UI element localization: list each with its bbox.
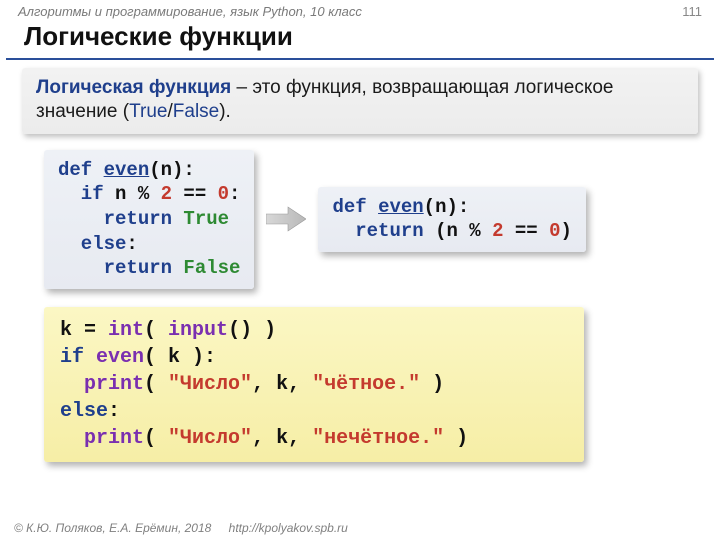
fn-even: even: [96, 346, 144, 369]
code-text: (n):: [424, 196, 470, 218]
num-literal: 0: [549, 220, 560, 242]
code-text: (: [144, 319, 168, 342]
definition-body2: ).: [219, 101, 231, 122]
footer-url: http://kpolyakov.spb.ru: [229, 521, 348, 535]
code-text: ): [420, 373, 444, 396]
definition-dash: –: [231, 77, 252, 98]
kw-if: if: [58, 183, 104, 205]
kw-return: return: [332, 220, 435, 242]
code-text: :: [229, 183, 240, 205]
copyright: © К.Ю. Поляков, Е.А. Ерёмин, 2018: [14, 521, 211, 535]
fn-int: int: [108, 319, 144, 342]
code-text: [60, 373, 84, 396]
code-text: n %: [104, 183, 161, 205]
code-row: def even(n): if n % 2 == 0: return True …: [0, 146, 720, 293]
str-literal: "Число": [168, 373, 252, 396]
code-text: (: [144, 373, 168, 396]
code-text: ): [444, 427, 468, 450]
code-text: ==: [172, 183, 218, 205]
str-literal: "чётное.": [312, 373, 420, 396]
slide-title: Логические функции: [6, 21, 714, 60]
page-number: 111: [682, 4, 702, 19]
arrow-icon: [266, 205, 306, 233]
code-text: :: [126, 233, 137, 255]
code-text: (n):: [149, 159, 195, 181]
code-box-left: def even(n): if n % 2 == 0: return True …: [44, 150, 254, 289]
code-text: ( k ):: [144, 346, 216, 369]
str-literal: "Число": [168, 427, 252, 450]
definition-box: Логическая функция – это функция, возвра…: [22, 68, 698, 134]
kw-def: def: [58, 159, 104, 181]
code-text: [84, 346, 96, 369]
kw-else: else: [58, 233, 126, 255]
fn-print: print: [84, 427, 144, 450]
kw-return: return: [58, 257, 183, 279]
false-literal: False: [183, 257, 240, 279]
fn-input: input: [168, 319, 228, 342]
num-literal: 2: [161, 183, 172, 205]
code-text: , k,: [252, 373, 312, 396]
fn-print: print: [84, 373, 144, 396]
code-text: (n %: [435, 220, 492, 242]
kw-def: def: [332, 196, 378, 218]
definition-term: Логическая функция: [36, 77, 231, 98]
false-literal: False: [173, 101, 219, 122]
code-box-usage: k = int( input() ) if even( k ): print( …: [44, 307, 584, 462]
true-literal: True: [183, 208, 229, 230]
code-text: [60, 427, 84, 450]
code-text: :: [108, 400, 120, 423]
true-literal: True: [129, 101, 167, 122]
kw-else: else: [60, 400, 108, 423]
code-box-right: def even(n): return (n % 2 == 0): [318, 187, 585, 252]
slide-footer: © К.Ю. Поляков, Е.А. Ерёмин, 2018 http:/…: [14, 521, 348, 535]
code-text: ): [561, 220, 572, 242]
fn-even: even: [104, 159, 150, 181]
code-text: k =: [60, 319, 108, 342]
fn-even: even: [378, 196, 424, 218]
slide-header: Алгоритмы и программирование, язык Pytho…: [0, 0, 720, 21]
code-text: (: [144, 427, 168, 450]
code-text: , k,: [252, 427, 312, 450]
kw-return: return: [58, 208, 183, 230]
code-text: ==: [504, 220, 550, 242]
num-literal: 2: [492, 220, 503, 242]
str-literal: "нечётное.": [312, 427, 444, 450]
kw-if: if: [60, 346, 84, 369]
num-literal: 0: [218, 183, 229, 205]
course-label: Алгоритмы и программирование, язык Pytho…: [18, 4, 362, 19]
code-text: () ): [228, 319, 276, 342]
